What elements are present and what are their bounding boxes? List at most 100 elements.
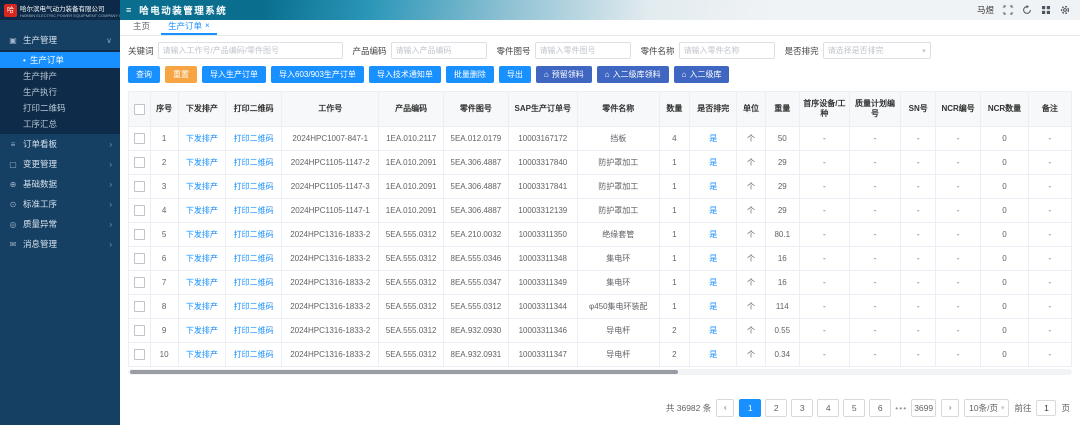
cell-ncr_qty: 0 (981, 223, 1028, 247)
cell-sap_no: 10003311344 (508, 295, 577, 319)
tab-bar: 主页生产订单× (120, 20, 1080, 36)
page-button-6[interactable]: 6 (869, 399, 891, 417)
tab-home[interactable]: 主页 (126, 18, 157, 35)
print-qrcode-link[interactable]: 打印二维码 (234, 254, 274, 263)
row-checkbox[interactable] (134, 205, 145, 216)
batch-delete-button[interactable]: 批量删除 (446, 66, 494, 83)
refresh-icon[interactable] (1022, 5, 1032, 15)
prev-page-button[interactable]: ‹ (716, 399, 734, 417)
export-button[interactable]: 导出 (499, 66, 531, 83)
company-logo: 哈 哈尔滨电气动力装备有限公司 HARBIN ELECTRIC POWER EQ… (0, 0, 120, 20)
import-production-order-button[interactable]: 导入生产订单 (202, 66, 266, 83)
close-tab-icon[interactable]: × (205, 21, 210, 30)
scheduled-flag: 是 (709, 254, 717, 263)
import-603-903-order-button[interactable]: 导入603/903生产订单 (271, 66, 364, 83)
row-checkbox[interactable] (134, 301, 145, 312)
row-checkbox[interactable] (134, 253, 145, 264)
dispatch-link[interactable]: 下发排产 (186, 278, 218, 287)
print-qrcode-link[interactable]: 打印二维码 (234, 278, 274, 287)
next-page-button[interactable]: › (941, 399, 959, 417)
print-qrcode-link[interactable]: 打印二维码 (234, 326, 274, 335)
reserve-material-button[interactable]: ⌂预留领料 (536, 66, 592, 83)
dispatch-link[interactable]: 下发排产 (186, 182, 218, 191)
row-checkbox[interactable] (134, 277, 145, 288)
sidebar-item-standard-process[interactable]: ⊙标准工序› (0, 194, 120, 214)
select-all-checkbox[interactable] (134, 104, 145, 115)
print-qrcode-link[interactable]: 打印二维码 (234, 182, 274, 191)
sidebar-item-base-data[interactable]: ⊕基础数据› (0, 174, 120, 194)
dispatch-link[interactable]: 下发排产 (186, 254, 218, 263)
dispatch-link[interactable]: 下发排产 (186, 350, 218, 359)
page-button-3699[interactable]: 3699 (911, 399, 936, 417)
search-button[interactable]: 查询 (128, 66, 160, 83)
dispatch-link[interactable]: 下发排产 (186, 230, 218, 239)
page-button-4[interactable]: 4 (817, 399, 839, 417)
sidebar-item-production-order[interactable]: •生产订单 (0, 52, 120, 68)
page-size-select[interactable]: 10条/页 ▾ (964, 399, 1009, 417)
collapse-sidebar-icon[interactable]: ≡ (126, 5, 131, 15)
row-checkbox[interactable] (134, 181, 145, 192)
page-button-5[interactable]: 5 (843, 399, 865, 417)
sidebar-item-change-management[interactable]: ▢变更管理› (0, 154, 120, 174)
part-drawing-no-input[interactable] (535, 42, 631, 59)
tab-production-order[interactable]: 生产订单× (161, 18, 217, 35)
cell-part_name: 防护罩加工 (577, 151, 659, 175)
product-code-input[interactable] (391, 42, 487, 59)
sidebar-item-production-management[interactable]: ▣生产管理∨ (0, 30, 120, 50)
sidebar-item-print-qrcode[interactable]: 打印二维码 (0, 100, 120, 116)
cell-product_code: 5EA.555.0312 (379, 247, 444, 271)
print-qrcode-link[interactable]: 打印二维码 (234, 158, 274, 167)
import-tech-notice-button[interactable]: 导入技术通知单 (369, 66, 441, 83)
secondary-store-button[interactable]: ⌂入二级库 (674, 66, 730, 83)
row-checkbox[interactable] (134, 133, 145, 144)
toolbar: 查询重置导入生产订单导入603/903生产订单导入技术通知单批量删除导出 ⌂预留领… (128, 66, 1072, 83)
print-qrcode-link[interactable]: 打印二维码 (234, 134, 274, 143)
column-header-9: 是否排完 (690, 92, 737, 127)
print-qrcode-link[interactable]: 打印二维码 (234, 350, 274, 359)
filter-label-0: 关键词 (128, 45, 154, 57)
cell-quality_plan_no: - (849, 151, 901, 175)
user-name[interactable]: 马煜 (977, 4, 994, 16)
part-name-input[interactable] (679, 42, 775, 59)
page-button-2[interactable]: 2 (765, 399, 787, 417)
dispatch-link[interactable]: 下发排产 (186, 302, 218, 311)
horizontal-scrollbar-thumb[interactable] (130, 370, 678, 374)
row-checkbox[interactable] (134, 229, 145, 240)
column-header-6: SAP生产订单号 (508, 92, 577, 127)
sidebar-item-order-board[interactable]: ≡订单看板› (0, 134, 120, 154)
sidebar-item-production-execution[interactable]: 生产执行 (0, 84, 120, 100)
row-checkbox[interactable] (134, 157, 145, 168)
sidebar-item-production-scheduling[interactable]: 生产排产 (0, 68, 120, 84)
page-list: 123456•••3699 (739, 399, 936, 417)
sidebar-item-process-summary[interactable]: 工序汇总 (0, 116, 120, 132)
grid-icon[interactable] (1041, 5, 1051, 15)
sidebar-item-quality-exception[interactable]: ◎质量异常› (0, 214, 120, 234)
dispatch-link[interactable]: 下发排产 (186, 326, 218, 335)
dispatch-link[interactable]: 下发排产 (186, 134, 218, 143)
secondary-store-material-button[interactable]: ⌂入二级库领料 (597, 66, 669, 83)
page-button-1[interactable]: 1 (739, 399, 761, 417)
print-qrcode-link[interactable]: 打印二维码 (234, 206, 274, 215)
fullscreen-icon[interactable] (1003, 5, 1013, 15)
table-row: 9下发排产打印二维码2024HPC1316-1833-25EA.555.0312… (129, 319, 1072, 343)
dispatch-link[interactable]: 下发排产 (186, 158, 218, 167)
cell-sn: - (901, 319, 936, 343)
dispatch-link[interactable]: 下发排产 (186, 206, 218, 215)
page-button-3[interactable]: 3 (791, 399, 813, 417)
cell-seq: 3 (150, 175, 178, 199)
cell-work_no: 2024HPC1316-1833-2 (282, 271, 379, 295)
cell-work_no: 2024HPC1105-1147-2 (282, 151, 379, 175)
cell-sn: - (901, 271, 936, 295)
print-qrcode-link[interactable]: 打印二维码 (234, 230, 274, 239)
column-header-4: 产品编码 (379, 92, 444, 127)
row-checkbox[interactable] (134, 349, 145, 360)
row-checkbox[interactable] (134, 325, 145, 336)
sidebar-item-message-management[interactable]: ✉消息管理› (0, 234, 120, 254)
scheduled-filter-select[interactable]: 请选择是否排完▾ (823, 42, 931, 59)
keyword-input[interactable] (158, 42, 343, 59)
print-qrcode-link[interactable]: 打印二维码 (234, 302, 274, 311)
checkbox-cell (129, 319, 151, 343)
gear-icon[interactable] (1060, 5, 1070, 15)
goto-page-input[interactable] (1036, 400, 1056, 416)
reset-button[interactable]: 重置 (165, 66, 197, 83)
